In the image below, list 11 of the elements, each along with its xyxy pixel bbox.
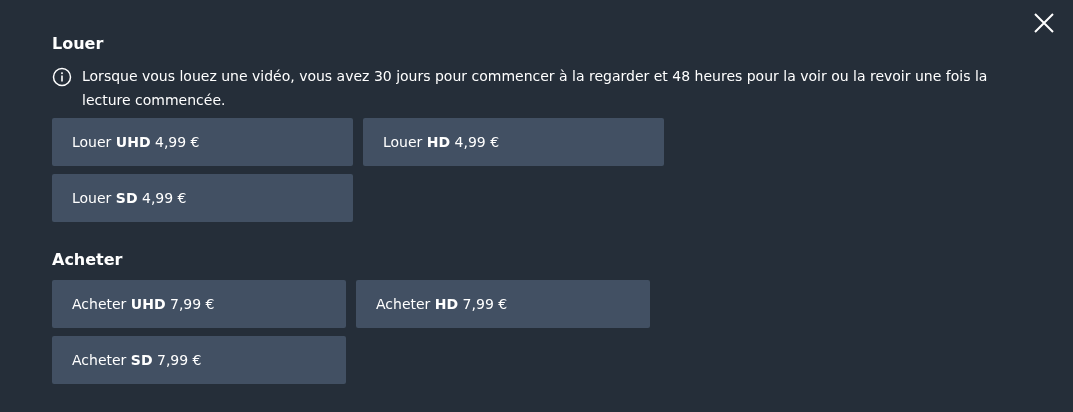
- info-icon: [52, 67, 72, 87]
- purchase-option-button[interactable]: Louer HD 4,99 €: [363, 118, 664, 166]
- purchase-option-button[interactable]: Louer SD 4,99 €: [52, 174, 353, 222]
- purchase-option-button[interactable]: Acheter UHD 7,99 €: [52, 280, 346, 328]
- section-heading: Louer: [52, 33, 105, 55]
- info-text: Lorsque vous louez une vidéo, vous avez 30 jours pour commencer à la regarder et 48 heures pour la voir ou la revoir une fois la lecture commencée.: [82, 67, 989, 110]
- purchase-option-button[interactable]: Acheter SD 7,99 €: [52, 336, 346, 384]
- purchase-option-button[interactable]: Acheter HD 7,99 €: [356, 280, 650, 328]
- purchase-option-button[interactable]: Louer UHD 4,99 €: [52, 118, 353, 166]
- section-heading: Acheter: [52, 249, 124, 271]
- close-icon: [1033, 11, 1055, 34]
